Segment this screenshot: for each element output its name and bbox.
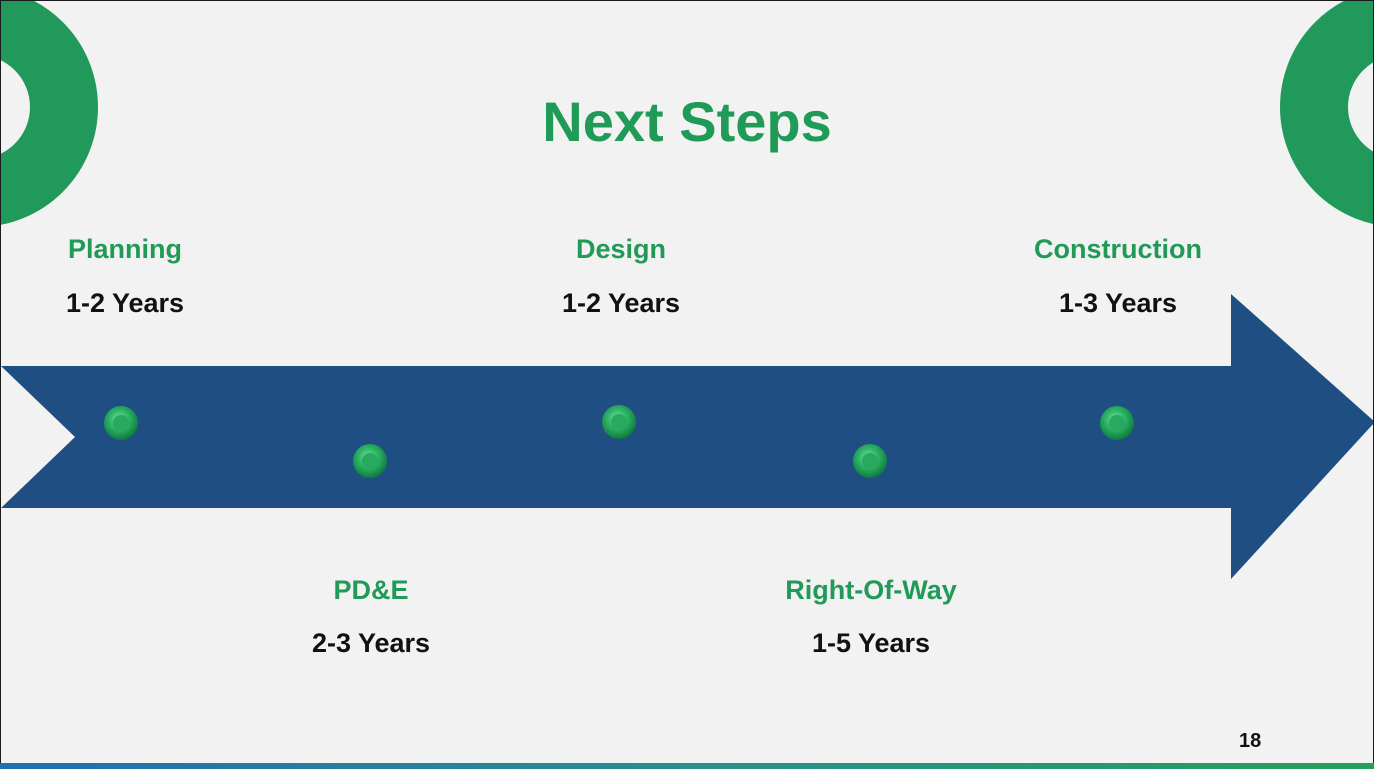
timeline-arrow [1,294,1373,579]
page-number: 18 [1239,730,1262,752]
phase-duration-right-of-way: 1-5 Years [811,628,931,658]
arrow-shape [1,294,1373,579]
milestone-dot-planning [104,406,138,440]
milestone-dot-pde [353,444,387,478]
phase-label-pde: PD&E [333,575,409,605]
bottom-accent-bar [0,763,1374,769]
slide: Next Steps Planning 1-2 Years Design 1-2… [0,0,1374,769]
phase-duration-construction: 1-3 Years [1058,288,1178,318]
phase-label-construction: Construction [1034,234,1202,264]
phase-label-planning: Planning [68,234,182,264]
phase-duration-design: 1-2 Years [561,288,681,318]
phase-duration-pde: 2-3 Years [311,628,431,658]
phase-duration-planning: 1-2 Years [65,288,185,318]
phase-label-design: Design [575,234,667,264]
milestone-dot-right-of-way [853,444,887,478]
milestone-dot-construction [1100,406,1134,440]
phase-label-right-of-way: Right-Of-Way [785,575,957,605]
milestone-dot-design [602,405,636,439]
